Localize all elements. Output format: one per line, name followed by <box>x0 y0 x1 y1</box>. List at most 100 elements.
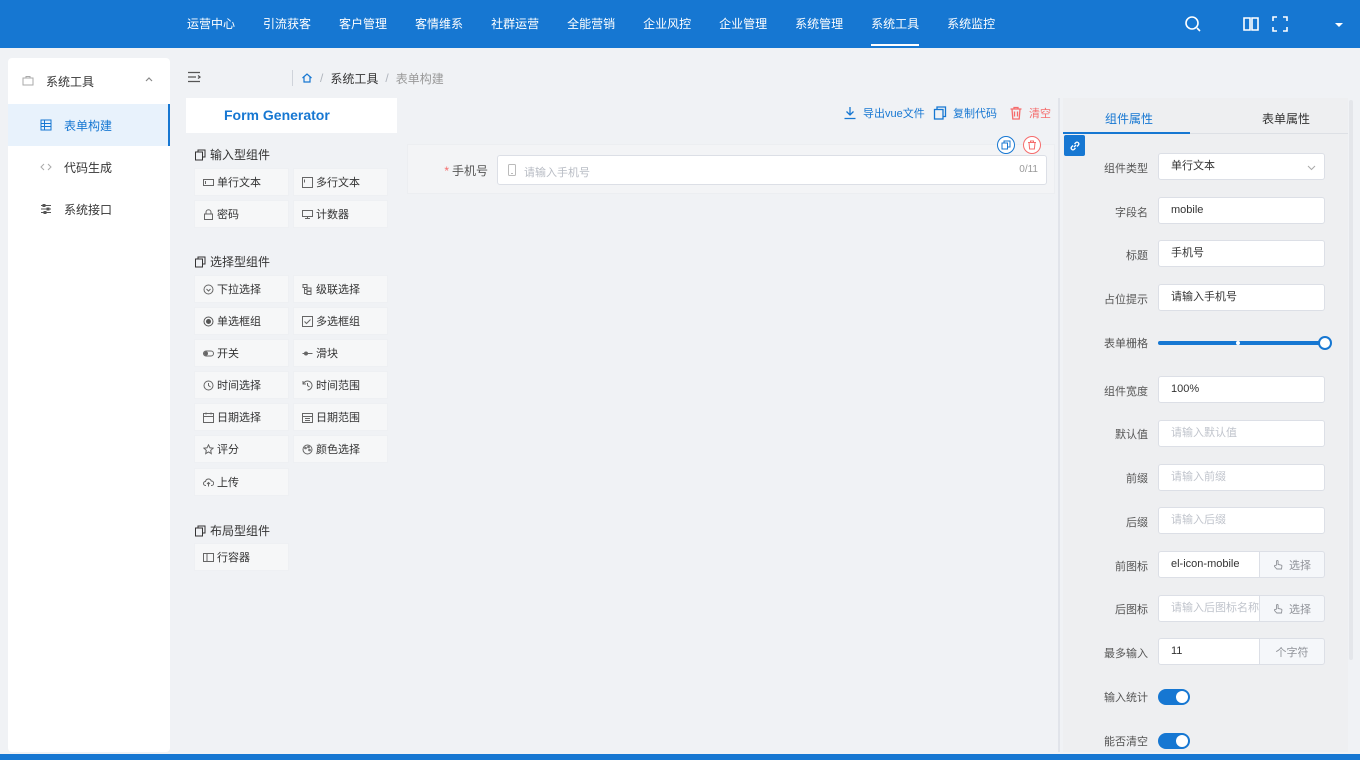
pointer-icon <box>1273 603 1283 613</box>
comp-switch[interactable]: 开关 <box>194 339 289 367</box>
comp-input[interactable]: 单行文本 <box>194 168 289 196</box>
field-name-input[interactable]: mobile <box>1158 197 1325 224</box>
comp-row-container[interactable]: 行容器 <box>194 543 289 571</box>
top-menu-item[interactable]: 社群运营 <box>482 0 548 48</box>
top-menu-item[interactable]: 系统监控 <box>938 0 1004 48</box>
select-icon <box>203 284 214 294</box>
placeholder-input[interactable]: 请输入手机号 <box>1158 284 1325 311</box>
top-menu-item-active[interactable]: 系统工具 <box>862 0 928 48</box>
comp-slider[interactable]: 滑块 <box>293 339 388 367</box>
prop-label: 后图标 <box>1115 604 1148 616</box>
home-icon[interactable] <box>301 72 313 84</box>
comp-color-picker[interactable]: 颜色选择 <box>293 435 388 463</box>
suffix-icon-select-button[interactable]: 选择 <box>1260 595 1325 622</box>
sidebar-item-code-gen[interactable]: 代码生成 <box>8 146 170 188</box>
title-input[interactable]: 手机号 <box>1158 240 1325 267</box>
panel-divider[interactable] <box>1058 98 1060 752</box>
prop-label: 标题 <box>1126 250 1148 262</box>
clearable-switch[interactable] <box>1158 733 1190 749</box>
comp-select[interactable]: 下拉选择 <box>194 275 289 303</box>
comp-checkbox[interactable]: 多选框组 <box>293 307 388 335</box>
slider-stop <box>1236 341 1240 345</box>
component-icon <box>195 525 206 536</box>
comp-textarea[interactable]: 多行文本 <box>293 168 388 196</box>
clear-button[interactable]: 清空 <box>1009 104 1051 122</box>
comp-password[interactable]: 密码 <box>194 200 289 228</box>
copy-icon <box>1001 140 1011 150</box>
export-vue-button[interactable]: 导出vue文件 <box>843 104 925 122</box>
prefix-icon-input[interactable]: el-icon-mobile <box>1158 551 1260 578</box>
toolbox-icon <box>22 76 34 86</box>
pointer-icon <box>1273 559 1283 569</box>
prop-label: 默认值 <box>1115 429 1148 441</box>
input-icon <box>203 178 214 186</box>
user-dropdown-icon[interactable] <box>1332 14 1346 34</box>
fullscreen-icon[interactable] <box>1270 14 1290 34</box>
comp-radio[interactable]: 单选框组 <box>194 307 289 335</box>
suffix-input[interactable]: 请输入后缀 <box>1158 507 1325 534</box>
prop-label: 字段名 <box>1115 207 1148 219</box>
hamburger-icon[interactable] <box>187 70 201 84</box>
comp-counter[interactable]: 计数器 <box>293 200 388 228</box>
props-scrollbar[interactable] <box>1349 100 1353 660</box>
component-icon <box>195 256 206 267</box>
top-menu: 运营中心 引流获客 客户管理 客情维系 社群运营 全能营销 企业风控 企业管理 … <box>178 0 1014 48</box>
top-menu-item[interactable]: 企业管理 <box>710 0 776 48</box>
top-menu-item[interactable]: 运营中心 <box>178 0 244 48</box>
tab-form-props[interactable]: 表单属性 <box>1262 110 1310 127</box>
copy-item-button[interactable] <box>997 136 1015 154</box>
comp-upload[interactable]: 上传 <box>194 468 289 496</box>
date-range-icon <box>302 412 313 423</box>
delete-item-button[interactable] <box>1023 136 1041 154</box>
comp-rate[interactable]: 评分 <box>194 435 289 463</box>
sidebar-group-system-tools[interactable]: 系统工具 <box>8 58 170 104</box>
tab-component-props[interactable]: 组件属性 <box>1105 110 1153 127</box>
book-icon[interactable] <box>1241 14 1261 34</box>
doc-link-button[interactable] <box>1064 135 1085 156</box>
breadcrumb-item[interactable]: 系统工具 <box>330 70 378 87</box>
form-item-mobile[interactable]: * 手机号 请输入手机号 0/11 <box>407 144 1055 194</box>
prop-label: 占位提示 <box>1104 294 1148 306</box>
comp-cascader[interactable]: 级联选择 <box>293 275 388 303</box>
default-value-input[interactable]: 请输入默认值 <box>1158 420 1325 447</box>
maxlength-input[interactable]: 11 <box>1158 638 1260 665</box>
suffix-icon-input[interactable]: 请输入后图标名称 <box>1158 595 1260 622</box>
component-type-select[interactable]: 单行文本 <box>1158 153 1325 180</box>
sidebar-item-label: 代码生成 <box>64 160 113 175</box>
sidebar-item-system-api[interactable]: 系统接口 <box>8 188 170 230</box>
grid-span-slider-handle[interactable] <box>1318 336 1332 350</box>
comp-time-picker[interactable]: 时间选择 <box>194 371 289 399</box>
category-input: 输入型组件 <box>194 146 270 163</box>
comp-date-range[interactable]: 日期范围 <box>293 403 388 431</box>
slider-icon <box>302 351 313 355</box>
prop-label: 输入统计 <box>1104 692 1148 704</box>
top-menu-item[interactable]: 企业风控 <box>634 0 700 48</box>
grid-span-slider-track[interactable] <box>1158 341 1326 345</box>
breadcrumb-current: 表单构建 <box>395 71 444 86</box>
mobile-input[interactable]: 请输入手机号 0/11 <box>497 155 1047 185</box>
sidebar-item-label: 表单构建 <box>64 118 113 133</box>
sidebar-item-form-builder[interactable]: 表单构建 <box>8 104 170 146</box>
top-menu-item[interactable]: 全能营销 <box>558 0 624 48</box>
prefix-icon-select-button[interactable]: 选择 <box>1260 551 1325 578</box>
component-width-input[interactable]: 100% <box>1158 376 1325 403</box>
sliders-icon <box>41 204 51 214</box>
sidebar: 系统工具 表单构建 代码生成 系统接口 <box>8 58 170 752</box>
top-menu-item[interactable]: 引流获客 <box>254 0 320 48</box>
search-icon[interactable] <box>1183 14 1203 34</box>
upload-cloud-icon <box>203 477 214 486</box>
top-menu-item[interactable]: 客情维系 <box>406 0 472 48</box>
copy-code-button[interactable]: 复制代码 <box>933 104 997 122</box>
prefix-input[interactable]: 请输入前缀 <box>1158 464 1325 491</box>
breadcrumb: / 系统工具 / 表单构建 <box>292 70 444 86</box>
palette-title: Form Generator <box>186 98 397 133</box>
form-item-label: 手机号 <box>451 164 488 178</box>
comp-time-range[interactable]: 时间范围 <box>293 371 388 399</box>
prop-label: 表单栅格 <box>1104 338 1148 350</box>
comp-date-picker[interactable]: 日期选择 <box>194 403 289 431</box>
top-menu-item[interactable]: 客户管理 <box>330 0 396 48</box>
link-icon <box>1070 141 1079 150</box>
row-icon <box>203 552 214 562</box>
top-menu-item[interactable]: 系统管理 <box>786 0 852 48</box>
show-count-switch[interactable] <box>1158 689 1190 705</box>
